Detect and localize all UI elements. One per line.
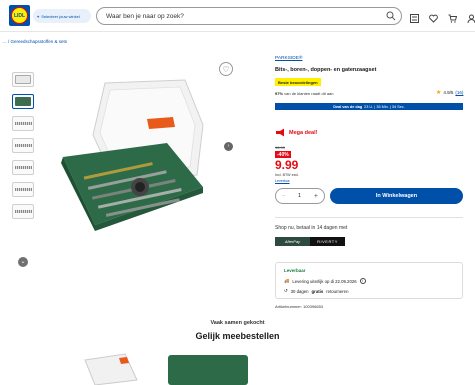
add-to-cart-button[interactable]: In Winkelwagen (330, 188, 463, 204)
thumbnail-selected[interactable] (12, 94, 34, 109)
thumbnail[interactable] (12, 72, 34, 87)
mega-deal: Mega deal! (275, 128, 317, 137)
deal-timer: 23 U. | 35 Min. | 34 Sec. (364, 104, 405, 109)
vat-note: Incl. BTW excl. (275, 173, 299, 177)
search-placeholder: Waar ben je naar op zoek? (106, 12, 184, 20)
availability-status: Leverbaar (284, 268, 306, 273)
breadcrumb[interactable]: ... / Gereedschapsstoffen & sets (3, 39, 67, 44)
search-icon[interactable] (386, 11, 396, 21)
favorites-icon[interactable] (429, 10, 438, 23)
deal-of-the-day-bar: Deal van de dag 23 U. | 35 Min. | 34 Sec… (275, 103, 463, 110)
product-list-icon[interactable] (410, 10, 419, 23)
product-title: Bits-, boren-, doppen- en gatenzaagset (275, 67, 377, 73)
deal-label: Deal van de dag (333, 104, 363, 109)
delivery-box: Leverbaar 🚚 Levering uiterlijk op di 22.… (275, 262, 463, 299)
truck-icon: 🚚 (284, 278, 290, 283)
thumbnail-list (12, 72, 34, 226)
recommended-product-image[interactable] (168, 355, 248, 385)
rating[interactable]: ★ 4.9/5 (16) (436, 89, 463, 96)
recommend-text: 97% van de klanten raadt dit aan (275, 91, 334, 96)
lidl-logo[interactable]: LIDL (9, 5, 30, 26)
mega-deal-label: Mega deal! (289, 129, 318, 136)
account-icon[interactable] (467, 10, 475, 24)
section-subtitle: Vaak samen gekocht (210, 320, 265, 326)
divider (275, 217, 463, 218)
thumbnail[interactable] (12, 182, 34, 197)
old-price: 16.99 (275, 145, 286, 150)
afterpay-logo: AfterPay (275, 237, 310, 246)
info-icon[interactable]: i (359, 278, 366, 284)
logo-text: LIDL (11, 7, 28, 24)
heart-icon: ♡ (222, 64, 230, 74)
quantity-stepper[interactable]: − 1 + (275, 188, 325, 204)
payment-label: Shop nu, betaal in 14 dagen met (275, 225, 348, 231)
current-price: 9.99 (275, 158, 299, 172)
location-pin-icon: ⌖ (37, 13, 40, 19)
store-selector[interactable]: ⌖ Selecteer jouw winkel (33, 9, 91, 23)
next-image-button[interactable]: › (224, 142, 233, 151)
header: LIDL ⌖ Selecteer jouw winkel Waar ben je… (0, 0, 475, 32)
product-image[interactable] (55, 75, 205, 235)
thumbnail[interactable] (12, 204, 34, 219)
best-rated-badge: Beste beoordelingen (275, 78, 321, 86)
riverty-logo: RIVERTY (310, 237, 345, 246)
delivery-date-row: 🚚 Levering uiterlijk op di 22.09.2026 i (284, 278, 366, 284)
rating-value: 4.9/5 (443, 90, 454, 95)
recommend-percentage: 97% (275, 91, 284, 96)
quantity-increase-button[interactable]: + (314, 193, 318, 200)
return-icon: ↺ (284, 288, 288, 293)
store-selector-label: Selecteer jouw winkel (41, 13, 80, 19)
return-row: ↺ 30 dagen gratis retourneren (284, 288, 348, 294)
delivery-costs-link[interactable]: Leverkos (275, 179, 290, 183)
recommend-label: van de klanten raadt dit aan (284, 91, 334, 96)
thumbnail[interactable] (12, 116, 34, 131)
thumbnails-scroll-down-button[interactable]: ⌄ (18, 257, 28, 267)
article-number: Artikelnummer: 100396653 (275, 304, 324, 309)
megaphone-icon (276, 128, 284, 137)
thumbnail[interactable] (12, 160, 34, 175)
cart-icon[interactable] (448, 10, 458, 23)
quantity-value[interactable]: 1 (298, 193, 301, 199)
discount-badge: -40% (275, 151, 291, 158)
quantity-decrease-button[interactable]: − (282, 193, 285, 199)
product-brand[interactable]: PARKSIDE® (275, 56, 302, 61)
thumbnail[interactable] (12, 138, 34, 153)
delivery-date: Levering uiterlijk op di 22.09.2026 (292, 278, 357, 284)
return-suffix: retourneren (326, 288, 349, 294)
favorite-heart-button[interactable]: ♡ (219, 62, 233, 76)
return-free: gratis (311, 288, 324, 294)
star-icon: ★ (436, 90, 442, 96)
rating-count[interactable]: (16) (455, 90, 463, 95)
search-input[interactable]: Waar ben je naar op zoek? (96, 7, 402, 25)
return-days: 30 dagen (290, 288, 309, 294)
section-title: Gelijk meebestellen (195, 331, 280, 341)
